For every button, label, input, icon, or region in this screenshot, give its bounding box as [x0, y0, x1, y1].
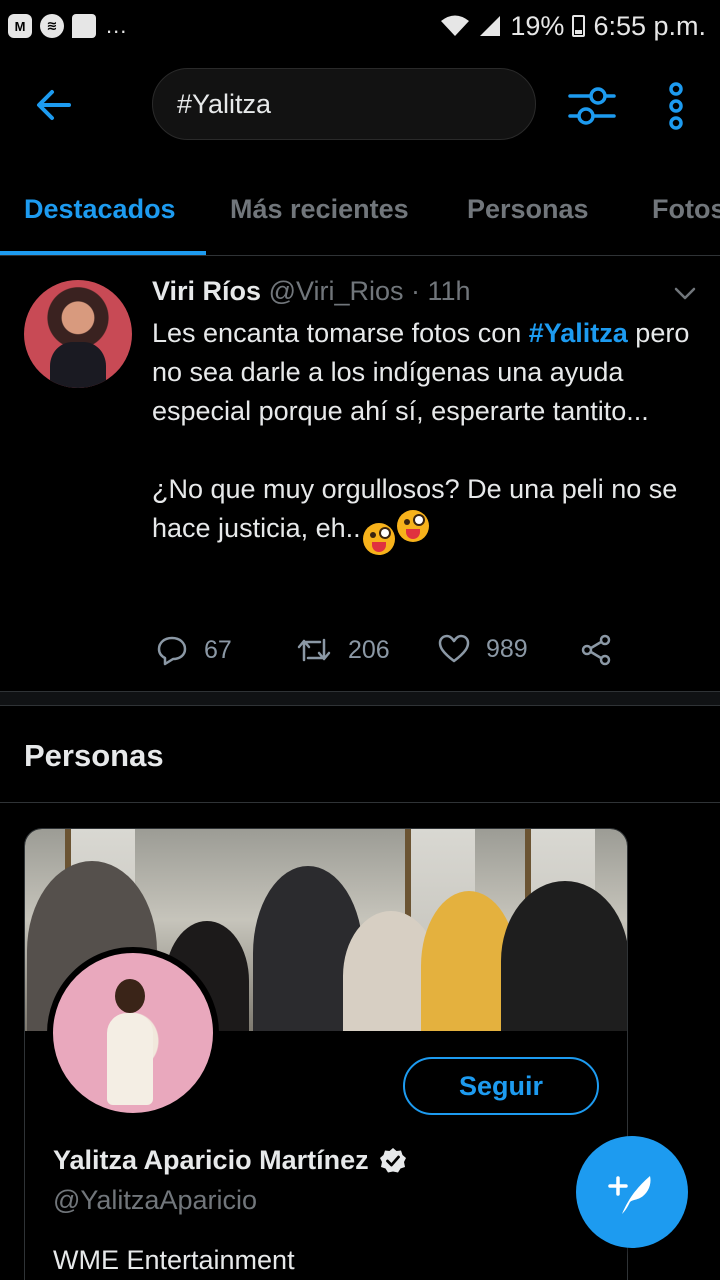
- tweet-author-handle: @Viri_Rios: [268, 276, 404, 306]
- sliders-icon: [568, 87, 616, 125]
- reply-button[interactable]: 67: [156, 634, 232, 666]
- reply-count: 67: [204, 635, 232, 664]
- active-tab-indicator: [0, 251, 206, 255]
- tweet-header: Viri Ríos @Viri_Rios · 11h: [152, 276, 471, 307]
- tweet-actions: 67 206 989: [156, 634, 656, 670]
- section-divider: [0, 692, 720, 706]
- overflow-menu-button[interactable]: [660, 80, 692, 132]
- retweet-count: 206: [348, 635, 390, 664]
- feather-plus-icon: [608, 1176, 651, 1214]
- section-title: Personas: [24, 738, 164, 773]
- winking-tongue-emoji: 😜😜: [362, 523, 395, 555]
- status-bar: M ≋ ... 19% 6:55 p.m.: [0, 0, 720, 52]
- status-system: 19% 6:55 p.m.: [440, 11, 706, 42]
- follow-button[interactable]: Seguir: [403, 1057, 599, 1115]
- tweet-separator: ·: [403, 276, 428, 306]
- back-arrow-icon: [37, 90, 71, 120]
- tweet[interactable]: Viri Ríos @Viri_Rios · 11h Les encanta t…: [0, 256, 720, 692]
- user-card[interactable]: Seguir Yalitza Aparicio Martínez @Yalitz…: [24, 828, 628, 1280]
- heart-icon: [438, 634, 470, 663]
- signal-icon: [480, 16, 501, 36]
- winking-tongue-emoji: [396, 510, 429, 542]
- tab-mas-recientes[interactable]: Más recientes: [230, 194, 409, 225]
- share-button[interactable]: [580, 634, 612, 666]
- tweet-time: 11h: [427, 276, 471, 306]
- card-user-name[interactable]: Yalitza Aparicio Martínez: [53, 1145, 369, 1176]
- chevron-down-icon[interactable]: [672, 284, 698, 304]
- search-filter-button[interactable]: [566, 80, 618, 132]
- tab-personas[interactable]: Personas: [467, 194, 589, 225]
- more-vertical-icon: [669, 82, 683, 130]
- search-query: #Yalitza: [177, 88, 272, 119]
- search-tabs: Destacados Más recientes Personas Fotos: [0, 170, 720, 256]
- avatar[interactable]: [24, 280, 132, 388]
- like-count: 989: [486, 634, 528, 663]
- battery-percent: 19%: [510, 10, 565, 41]
- card-user-bio: WME Entertainment: [53, 1245, 295, 1275]
- m-icon: M: [8, 14, 32, 38]
- tab-fotos[interactable]: Fotos: [652, 194, 720, 225]
- section-line: [0, 802, 720, 803]
- spotify-icon: ≋: [40, 14, 64, 38]
- card-user-name-row: Yalitza Aparicio Martínez: [53, 1145, 407, 1176]
- battery-icon: [572, 15, 586, 37]
- status-notifications: M ≋ ...: [8, 13, 127, 39]
- hashtag-link[interactable]: #Yalitza: [529, 318, 628, 348]
- tweet-author-name[interactable]: Viri Ríos: [152, 276, 261, 306]
- like-button[interactable]: 989: [438, 634, 528, 664]
- avatar[interactable]: [47, 947, 219, 1119]
- wifi-icon: [441, 15, 470, 36]
- share-icon: [581, 634, 611, 666]
- retweet-icon: [297, 638, 331, 662]
- tweet-paragraph-2: ¿No que muy orgullosos? De una peli no s…: [152, 470, 702, 555]
- back-button[interactable]: [30, 82, 76, 128]
- verified-badge-icon: [379, 1147, 406, 1172]
- clock: 6:55 p.m.: [593, 10, 706, 41]
- retweet-button[interactable]: 206: [296, 634, 390, 666]
- reply-icon: [157, 636, 187, 666]
- compose-tweet-button[interactable]: [576, 1136, 688, 1248]
- tweet-text-start: Les encanta tomarse fotos con: [152, 318, 529, 348]
- search-header: #Yalitza: [0, 62, 720, 146]
- search-input[interactable]: #Yalitza: [152, 68, 536, 140]
- tab-destacados[interactable]: Destacados: [24, 194, 176, 225]
- tweet-text: Les encanta tomarse fotos con #Yalitza p…: [152, 314, 702, 555]
- tweet-paragraph-1: Les encanta tomarse fotos con #Yalitza p…: [152, 314, 702, 431]
- card-user-handle: @YalitzaAparicio: [53, 1185, 257, 1215]
- status-overflow: ...: [106, 13, 128, 38]
- message-icon: [72, 14, 96, 38]
